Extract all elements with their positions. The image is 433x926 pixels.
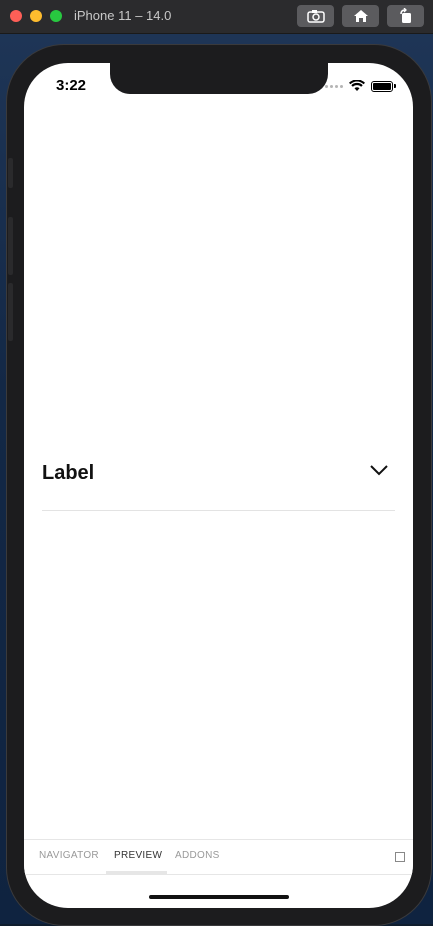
volume-up-button [8,217,13,275]
status-indicators [325,80,396,92]
wifi-icon [349,80,365,91]
close-window-button[interactable] [10,10,22,22]
battery-icon [371,80,396,92]
zoom-window-button[interactable] [50,10,62,22]
tab-preview[interactable]: PREVIEW [114,850,162,861]
chevron-down-icon[interactable] [369,464,389,476]
notch [110,63,328,94]
home-indicator[interactable] [149,895,289,899]
window-titlebar: iPhone 11 – 14.0 [0,0,433,34]
device-screen: 3:22 Label NAVIGATOR PREVIEW ADDONS [24,63,413,908]
active-tab-indicator [106,871,167,874]
dropdown-row[interactable]: Label [42,448,395,511]
tab-navigator[interactable]: NAVIGATOR [39,850,99,861]
minimize-window-button[interactable] [30,10,42,22]
home-button[interactable] [342,5,379,27]
screenshot-button[interactable] [297,5,334,27]
status-time: 3:22 [56,77,87,94]
mute-switch [8,158,13,188]
window-title: iPhone 11 – 14.0 [74,8,172,23]
storybook-addons-bar: NAVIGATOR PREVIEW ADDONS [24,839,413,875]
volume-down-button [8,283,13,341]
rotate-button[interactable] [387,5,424,27]
signal-icon [325,84,343,88]
square-icon[interactable] [395,852,405,862]
rotate-icon [399,8,411,23]
home-icon [353,10,368,22]
camera-icon [306,10,325,23]
dropdown-label: Label [42,462,95,484]
tab-addons[interactable]: ADDONS [175,850,220,861]
